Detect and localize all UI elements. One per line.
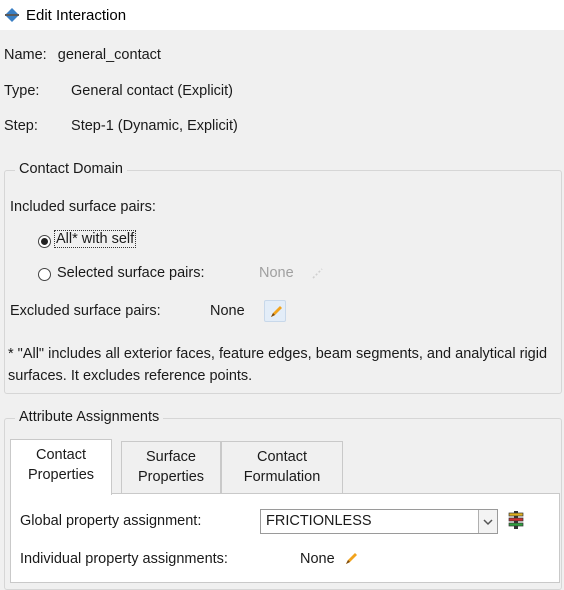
step-label: Step:: [4, 118, 38, 134]
individual-property-label: Individual property assignments:: [20, 551, 228, 567]
tab-contact-properties-line1: Contact: [36, 447, 86, 463]
tab-contact-properties[interactable]: Contact Properties: [10, 439, 112, 495]
dropdown-button[interactable]: [478, 510, 497, 533]
excluded-value: None: [210, 303, 245, 319]
property-manager-icon: [508, 511, 524, 529]
type-row: Type: General contact (Explicit): [4, 83, 233, 99]
contact-domain-title: Contact Domain: [15, 161, 127, 177]
selected-pairs-label[interactable]: Selected surface pairs:: [57, 265, 205, 281]
included-label: Included surface pairs:: [10, 199, 156, 215]
tab-surface-properties[interactable]: Surface Properties: [121, 441, 221, 493]
title-bar: Edit Interaction: [0, 0, 564, 30]
step-value: Step-1 (Dynamic, Explicit): [71, 118, 238, 134]
edit-individual-property-button[interactable]: [340, 548, 362, 570]
tab-surface-properties-line2: Properties: [137, 469, 205, 485]
type-label: Type:: [4, 83, 40, 99]
global-property-value: FRICTIONLESS: [266, 513, 372, 529]
tab-contact-formulation-line2: Formulation: [243, 469, 321, 485]
attribute-assignments-title: Attribute Assignments: [15, 409, 164, 425]
tab-surface-properties-line1: Surface: [146, 449, 196, 465]
pencil-icon: [346, 553, 357, 564]
edit-excluded-pairs-button[interactable]: [264, 300, 286, 322]
contact-properties-panel: [10, 493, 560, 583]
name-label: Name:: [4, 47, 47, 63]
individual-property-value: None: [300, 551, 335, 567]
pencil-disabled-icon: [312, 268, 323, 279]
chevron-down-icon: [483, 519, 493, 526]
selected-pairs-value: None: [259, 265, 294, 281]
window-title: Edit Interaction: [26, 6, 127, 24]
all-with-self-text: All* with self: [54, 230, 137, 248]
excluded-label: Excluded surface pairs:: [10, 303, 161, 319]
step-row: Step: Step-1 (Dynamic, Explicit): [4, 118, 238, 134]
name-row: Name: general_contact: [4, 47, 161, 63]
property-manager-button[interactable]: [506, 510, 526, 530]
selected-pairs-radio[interactable]: [38, 268, 51, 281]
all-with-self-radio[interactable]: [38, 235, 51, 248]
name-value: general_contact: [57, 47, 161, 63]
tab-contact-properties-line2: Properties: [27, 467, 95, 483]
type-value: General contact (Explicit): [71, 83, 234, 99]
global-property-select[interactable]: FRICTIONLESS: [260, 509, 498, 534]
pencil-icon: [271, 306, 282, 317]
contact-domain-note: * "All" includes all exterior faces, fea…: [8, 346, 548, 384]
tab-contact-formulation-line1: Contact: [257, 449, 307, 465]
edit-selected-pairs-button[interactable]: [306, 262, 328, 284]
global-property-label: Global property assignment:: [20, 513, 202, 529]
tab-contact-formulation[interactable]: Contact Formulation: [221, 441, 343, 493]
all-with-self-label[interactable]: All* with self: [54, 230, 137, 248]
interaction-icon: [5, 8, 19, 22]
